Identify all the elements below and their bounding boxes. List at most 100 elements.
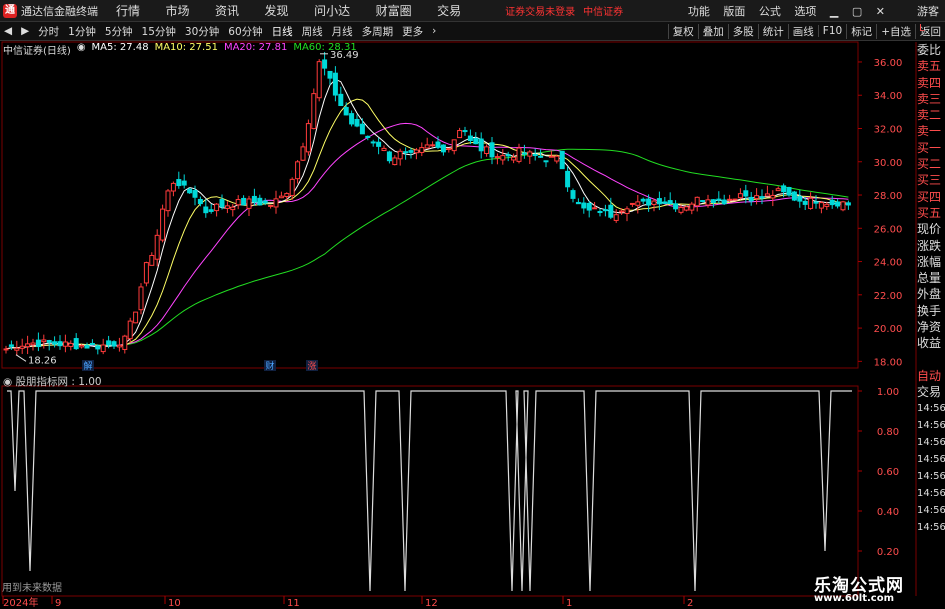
candle-body: [386, 151, 392, 162]
indicator-name[interactable]: 股朋指标网 : 1.00: [16, 376, 102, 388]
candle-body: [100, 344, 106, 353]
candle-body: [268, 204, 274, 207]
quote-row: 现价: [917, 222, 942, 237]
quote-row: 卖二: [917, 108, 942, 123]
candle-body: [424, 144, 430, 149]
candle-body: [797, 196, 803, 202]
quote-row[interactable]: 交易: [917, 384, 945, 400]
quote-panel: 委比 卖五 卖四 卖三 卖二 卖一 买一 买二 买三 买四 买五 现价 涨跌 涨…: [917, 42, 945, 536]
candle-body: [3, 348, 9, 351]
tick-time: 14:56: [917, 505, 945, 517]
tick-time: 14:56: [917, 403, 945, 415]
tick-time: 14:56: [917, 420, 945, 432]
ma5-line: [5, 78, 849, 350]
candle-body: [284, 193, 290, 198]
candle-body: [165, 190, 171, 212]
quote-row[interactable]: 自动: [917, 368, 945, 384]
quote-row: 买三: [917, 173, 942, 188]
y-tick-label: 34.00: [874, 91, 903, 102]
quote-row: 卖五: [917, 59, 942, 74]
candle-body: [349, 113, 355, 125]
candle-body: [835, 201, 841, 207]
candle-body: [451, 139, 457, 152]
candle-body: [440, 144, 446, 153]
candle-body: [127, 320, 133, 340]
candle-body: [154, 234, 160, 260]
candle-body: [521, 152, 527, 155]
candle-body: [484, 146, 490, 154]
x-tick-label: 1: [566, 598, 572, 609]
candle-body: [187, 188, 193, 194]
candle-body: [748, 196, 754, 202]
candle-body: [673, 203, 679, 210]
candle-body: [710, 199, 716, 204]
candle-body: [759, 196, 765, 199]
candle-body: [646, 198, 652, 206]
candle-body: [721, 199, 727, 205]
candle-body: [408, 150, 414, 153]
indicator-settings-icon[interactable]: ◉: [3, 376, 12, 388]
candle-body: [316, 61, 322, 99]
low-price-label: 18.26: [28, 355, 57, 366]
candle-body: [89, 342, 95, 346]
candle-body: [446, 147, 452, 150]
candle-body: [57, 341, 63, 347]
indicator-frame: [1, 385, 859, 597]
candle-body: [246, 198, 252, 209]
candle-body: [478, 138, 484, 152]
candle-body: [170, 182, 176, 192]
candle-body: [813, 201, 819, 204]
candle-body: [343, 106, 349, 116]
low-pointer: [15, 354, 27, 362]
ind-y-tick-label: 0.20: [877, 547, 899, 558]
candle-body: [25, 343, 31, 348]
y-tick-label: 20.00: [874, 324, 903, 335]
y-tick-label: 32.00: [874, 124, 903, 135]
y-tick-label: 18.00: [874, 357, 903, 368]
x-tick-label: 10: [168, 598, 181, 609]
candle-body: [354, 118, 360, 127]
candle-body: [824, 203, 830, 207]
candle-body: [808, 197, 814, 209]
candle-body: [538, 155, 544, 158]
candle-body: [235, 199, 241, 206]
ind-y-tick-label: 0.80: [877, 427, 899, 438]
candle-body: [197, 198, 203, 205]
stock-name[interactable]: 中信证券(日线): [3, 42, 71, 57]
candle-body: [543, 160, 549, 163]
candle-body: [624, 208, 630, 215]
candle-body: [457, 130, 463, 139]
tick-time: 14:56: [917, 454, 945, 466]
candle-body: [818, 202, 824, 209]
candle-body: [737, 193, 743, 199]
tick-time: 14:56: [917, 471, 945, 483]
candle-body: [635, 201, 641, 206]
candle-body: [473, 138, 479, 145]
candle-body: [413, 149, 419, 154]
candle-body: [640, 198, 646, 202]
candle-body: [143, 262, 149, 284]
candle-body: [694, 196, 700, 207]
quote-row: 换手: [917, 303, 942, 318]
candle-body: [116, 344, 122, 348]
candle-body: [41, 339, 47, 343]
candle-body: [802, 200, 808, 205]
candle-body: [397, 150, 403, 160]
l-chip[interactable]: L: [919, 24, 925, 34]
candle-body: [295, 161, 301, 180]
candle-body: [554, 155, 560, 162]
candle-body: [311, 93, 317, 130]
x-tick-label: 12: [425, 598, 438, 609]
kline-chart[interactable]: 36.00 34.00 32.00 30.00 28.00 26.00 24.00 22.00…: [0, 0, 945, 609]
candle-body: [192, 190, 198, 198]
candle-body: [494, 156, 500, 159]
event-marker-label: 解: [83, 360, 92, 372]
candle-body: [332, 72, 338, 96]
settings-icon[interactable]: ◉: [77, 42, 86, 57]
candle-body: [613, 214, 619, 221]
candle-body: [500, 155, 506, 161]
candle-body: [548, 155, 554, 158]
candle-body: [289, 178, 295, 196]
candle-body: [592, 207, 598, 210]
candle-body: [278, 195, 284, 199]
